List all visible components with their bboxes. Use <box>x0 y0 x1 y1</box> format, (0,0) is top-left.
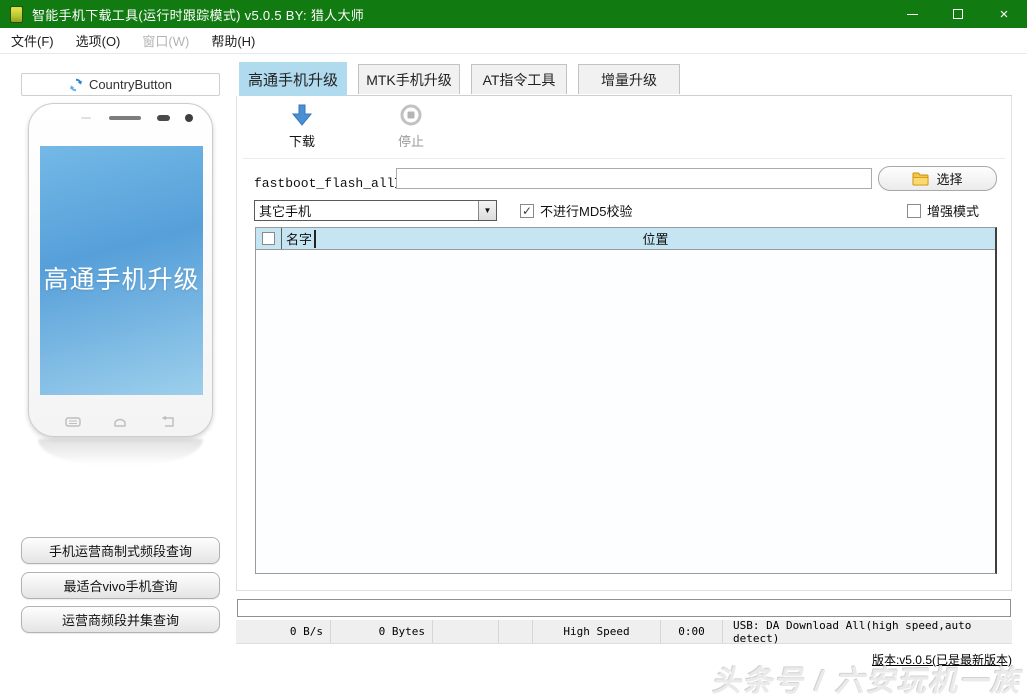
column-header-name[interactable]: 名字 <box>282 229 314 248</box>
phone-screen: 高通手机升级 <box>40 146 203 395</box>
chevron-down-icon: ▼ <box>484 206 492 215</box>
dropdown-button[interactable]: ▼ <box>478 201 496 220</box>
toolbar-separator <box>243 158 1005 159</box>
md5-skip-label: 不进行MD5校验 <box>540 201 632 220</box>
enhanced-mode-checkbox-row[interactable]: ✓ 增强模式 <box>907 201 979 220</box>
vivo-phone-query-button[interactable]: 最适合vivo手机查询 <box>21 572 220 599</box>
folder-icon <box>912 172 929 186</box>
phone-preview: 高通手机升级 <box>28 103 213 437</box>
menu-bar: 文件(F) 选项(O) 窗口(W) 帮助(H) <box>0 28 1027 54</box>
select-file-button[interactable]: 选择 <box>878 166 997 191</box>
menu-window: 窗口(W) <box>131 27 200 54</box>
device-type-value: 其它手机 <box>255 201 478 220</box>
phone-sensor <box>81 117 91 119</box>
status-elapsed-time: 0:00 <box>661 620 723 643</box>
stop-button-label: 停止 <box>398 131 424 150</box>
status-usb-mode: USB: DA Download All(high speed,auto det… <box>723 620 1012 643</box>
country-button-label: CountryButton <box>89 77 172 92</box>
maximize-icon <box>953 9 963 19</box>
left-panel: CountryButton 高通手机升级 <box>0 54 236 700</box>
select-file-button-label: 选择 <box>936 169 962 188</box>
watermark-text: 头条号 / 六安玩机一族 <box>712 658 1021 700</box>
window-controls: × <box>889 0 1027 28</box>
phone-reflection <box>38 439 203 465</box>
phone-speaker <box>109 116 141 120</box>
menu-key-icon <box>65 416 81 428</box>
md5-skip-checkbox[interactable]: ✓ <box>520 204 534 218</box>
download-button[interactable]: 下载 <box>280 104 324 152</box>
phone-earpiece <box>157 115 170 121</box>
minimize-button[interactable] <box>889 0 935 28</box>
fastboot-file-input[interactable] <box>396 168 872 189</box>
title-bar: 智能手机下载工具(运行时跟踪模式) v5.0.5 BY: 猎人大师 × <box>0 0 1027 28</box>
qualcomm-tab-content: 下载 停止 fastboot_flash_all文件 选择 其它手机 ▼ ✓ 不… <box>236 96 1012 591</box>
minimize-icon <box>907 14 918 15</box>
enhanced-mode-checkbox[interactable]: ✓ <box>907 204 921 218</box>
md5-skip-checkbox-row[interactable]: ✓ 不进行MD5校验 <box>520 201 632 220</box>
status-empty-1 <box>433 620 499 643</box>
progress-output-box <box>237 599 1011 617</box>
maximize-button[interactable] <box>935 0 981 28</box>
menu-options[interactable]: 选项(O) <box>65 27 132 54</box>
close-icon: × <box>1000 6 1009 23</box>
file-table: ✓ 名字 位置 <box>255 227 997 574</box>
enhanced-mode-label: 增强模式 <box>927 201 979 220</box>
phone-screen-text: 高通手机升级 <box>43 260 199 296</box>
window-title: 智能手机下载工具(运行时跟踪模式) v5.0.5 BY: 猎人大师 <box>32 5 364 24</box>
country-button[interactable]: CountryButton <box>21 73 220 96</box>
menu-file[interactable]: 文件(F) <box>0 27 65 54</box>
status-usb-speed: High Speed <box>533 620 661 643</box>
sync-icon <box>69 78 83 92</box>
carrier-band-query-button[interactable]: 手机运营商制式频段查询 <box>21 537 220 564</box>
device-type-dropdown[interactable]: 其它手机 ▼ <box>254 200 497 221</box>
app-icon <box>10 6 23 23</box>
carrier-band-union-query-button[interactable]: 运营商频段并集查询 <box>21 606 220 633</box>
menu-help[interactable]: 帮助(H) <box>200 27 266 54</box>
column-header-location[interactable]: 位置 <box>316 229 995 248</box>
checkmark-icon: ✓ <box>522 205 532 217</box>
status-bytes: 0 Bytes <box>331 620 433 643</box>
file-table-header: ✓ 名字 位置 <box>256 228 995 250</box>
tab-at-command-tool[interactable]: AT指令工具 <box>471 64 567 94</box>
select-all-checkbox[interactable]: ✓ <box>262 232 275 245</box>
status-bar: 0 B/s 0 Bytes High Speed 0:00 USB: DA Do… <box>236 620 1012 644</box>
phone-camera <box>185 114 193 122</box>
close-button[interactable]: × <box>981 0 1027 28</box>
status-empty-2 <box>499 620 533 643</box>
status-speed: 0 B/s <box>236 620 331 643</box>
tab-incremental-upgrade[interactable]: 增量升级 <box>578 64 680 94</box>
download-button-label: 下载 <box>289 131 315 150</box>
stop-button: 停止 <box>389 104 433 152</box>
stop-icon <box>400 104 422 128</box>
back-key-icon <box>160 416 176 428</box>
home-key-icon <box>112 416 128 428</box>
app-window: 智能手机下载工具(运行时跟踪模式) v5.0.5 BY: 猎人大师 × 文件(F… <box>0 0 1027 700</box>
tab-qualcomm-upgrade[interactable]: 高通手机升级 <box>239 62 347 96</box>
tab-mtk-upgrade[interactable]: MTK手机升级 <box>358 64 460 94</box>
phone-nav-bar <box>29 416 212 428</box>
select-all-cell: ✓ <box>256 228 282 249</box>
download-arrow-icon <box>291 104 313 128</box>
